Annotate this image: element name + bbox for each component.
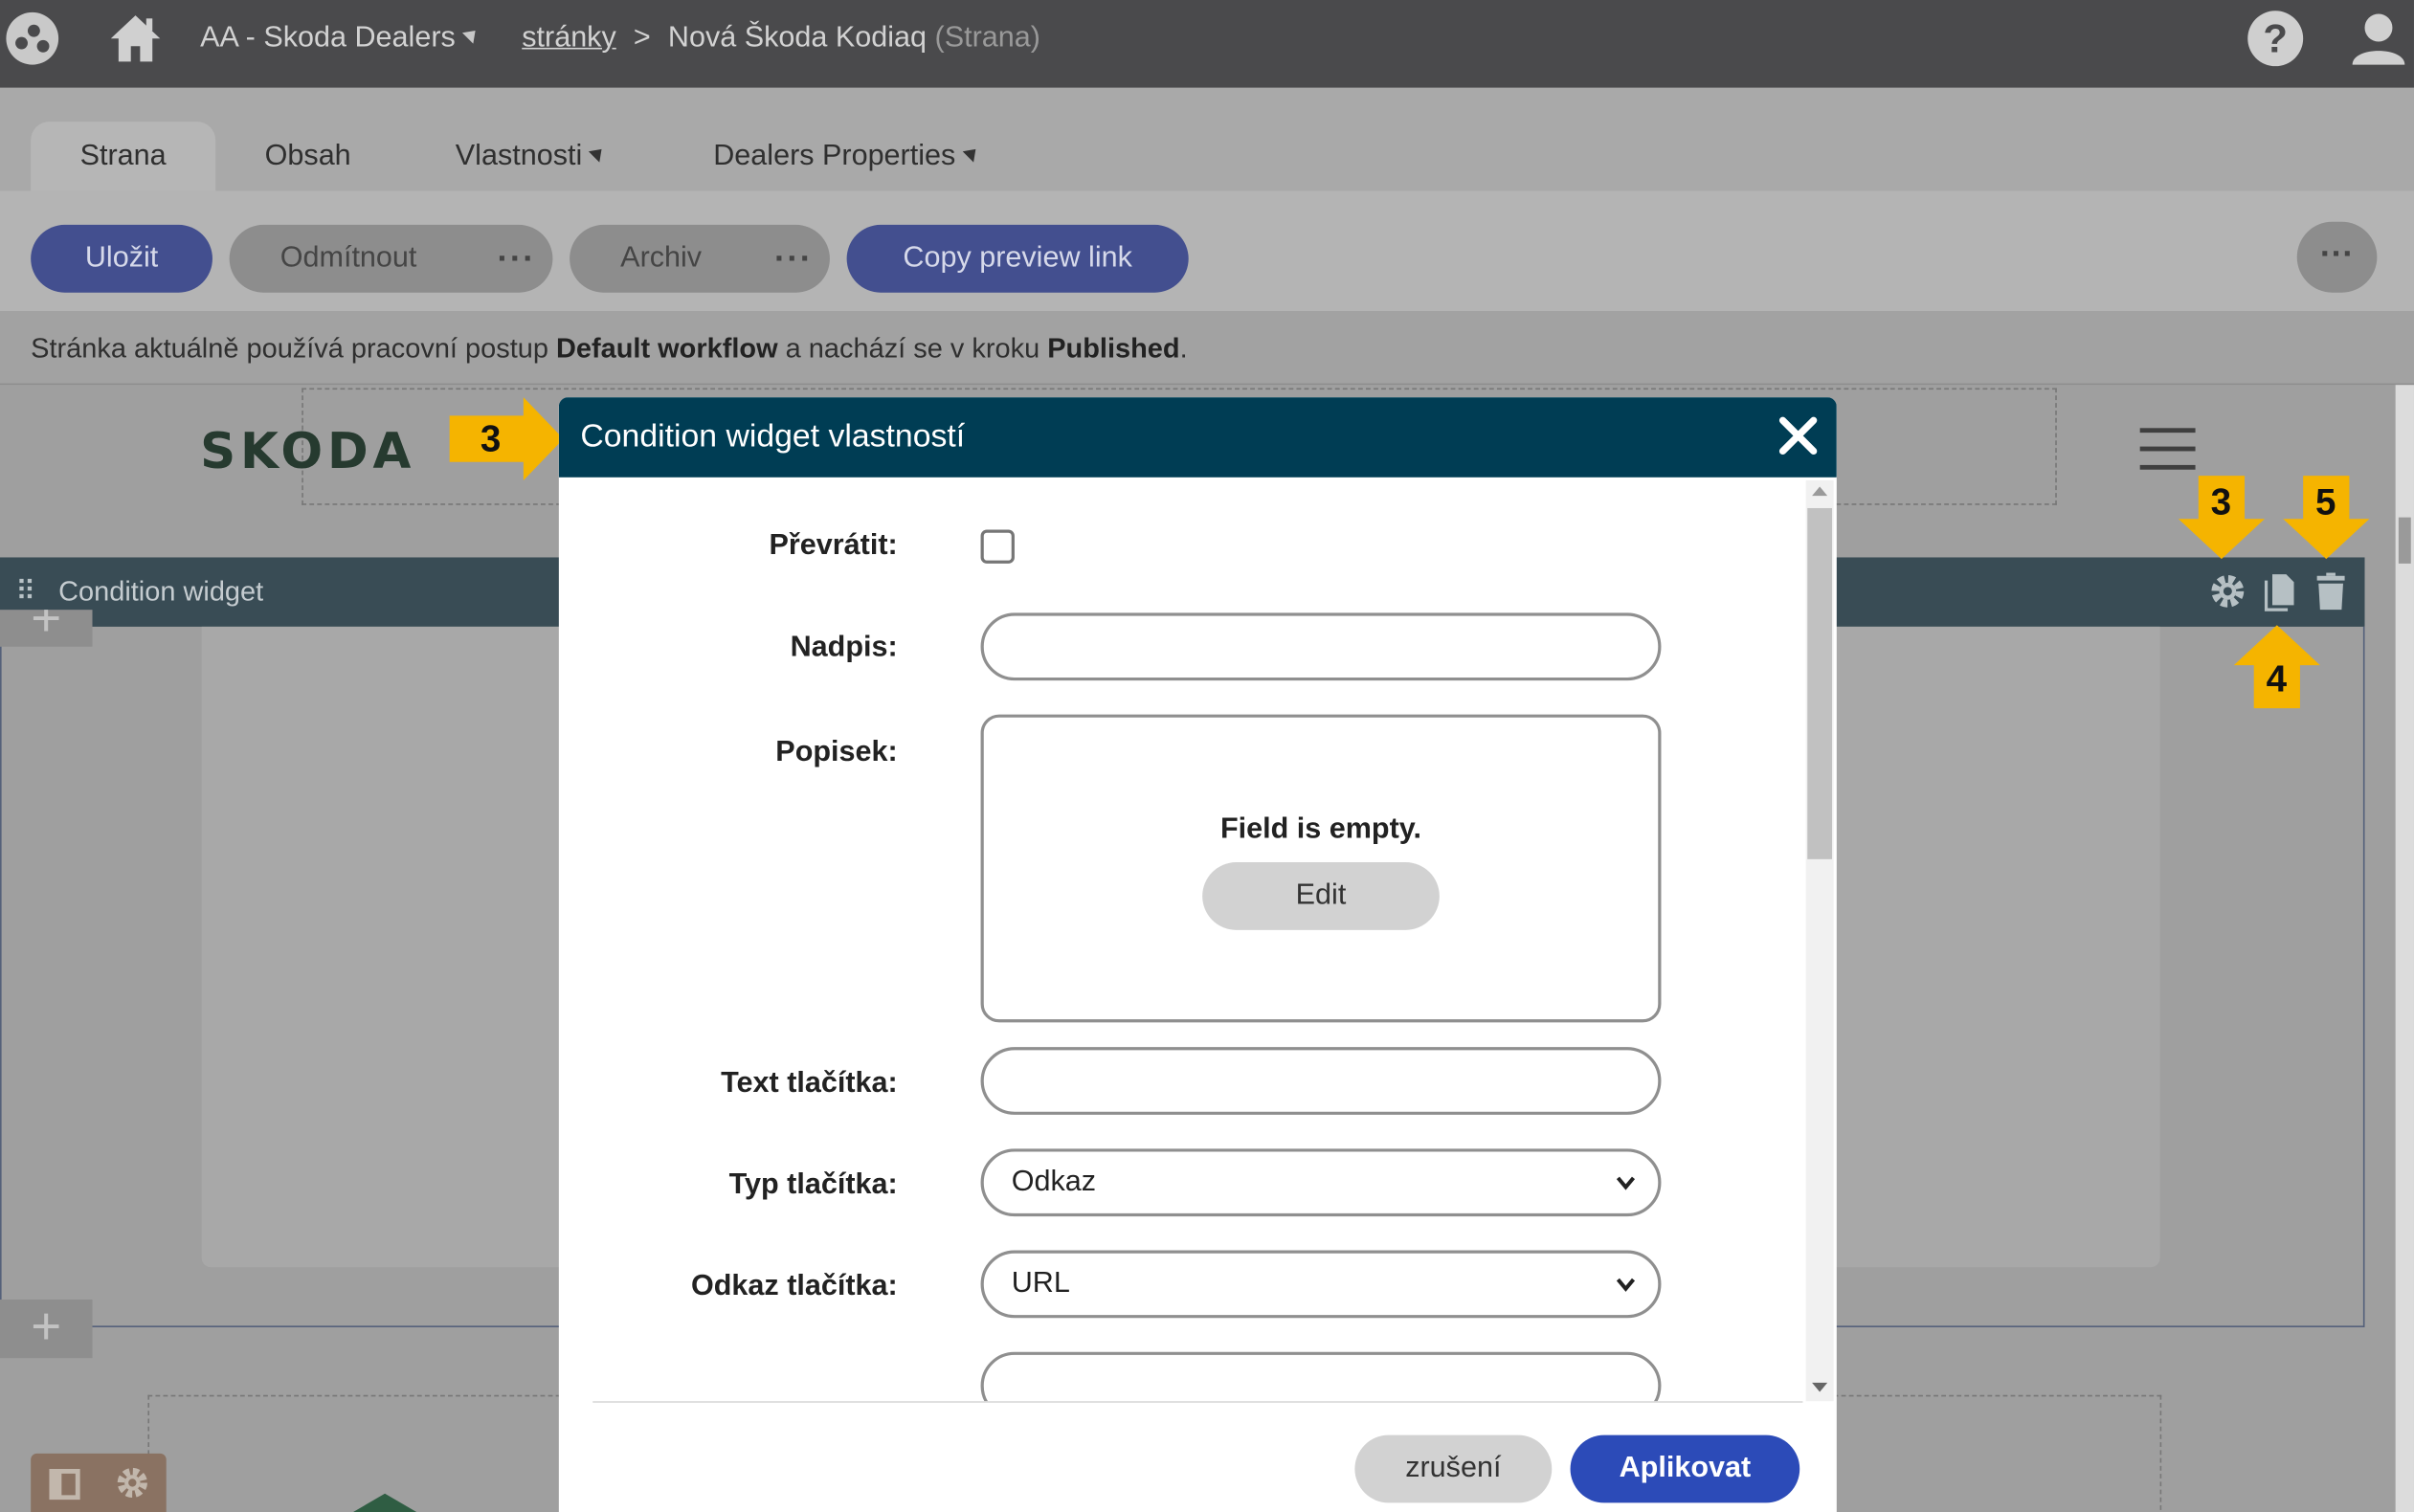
workflow-text-prefix: Stránka aktuálně používá pracovní postup	[31, 332, 556, 364]
site-name: AA - Skoda Dealers	[200, 21, 456, 55]
page-scrollbar[interactable]	[2395, 385, 2414, 1512]
caption-rich-text-field: Field is empty. Edit	[980, 714, 1662, 1023]
caption-empty-message: Field is empty.	[1219, 812, 1422, 846]
help-icon[interactable]: ?	[2247, 11, 2304, 67]
zone-layout-icon[interactable]	[49, 1468, 80, 1501]
button-link-label: Odkaz tlačítka:	[690, 1270, 898, 1303]
dialog-title: Condition widget vlastností	[580, 418, 966, 455]
tab-dropdown-icon	[962, 145, 981, 164]
workflow-text-middle: a nachází se v kroku	[777, 332, 1048, 364]
invert-label: Převrátit:	[769, 529, 898, 563]
user-icon[interactable]	[2349, 10, 2407, 68]
workflow-info-text: Stránka aktuálně používá pracovní postup…	[31, 333, 1187, 366]
workflow-info-bar: Stránka aktuálně používá pracovní postup…	[0, 311, 2414, 386]
reject-button[interactable]: Odmítnout ···	[229, 224, 553, 293]
teaser-logo-fragment	[347, 1493, 422, 1512]
tab-dealers-properties[interactable]: Dealers Properties	[693, 122, 1001, 190]
dialog-footer-divider	[592, 1401, 1803, 1403]
chevron-down-icon	[1616, 1278, 1636, 1292]
scroll-up-icon[interactable]	[1812, 486, 1828, 497]
callout-5-delete: 5	[2280, 473, 2373, 562]
page-type: (Strana)	[934, 21, 1040, 55]
breadcrumb: stránky > Nová Škoda Kodiaq (Strana)	[522, 22, 1040, 56]
callout-number: 5	[2315, 481, 2336, 524]
copy-preview-link-button[interactable]: Copy preview link	[846, 224, 1189, 293]
button-type-label: Typ tlačítka:	[728, 1168, 898, 1202]
button-type-select[interactable]: Odkaz	[980, 1148, 1662, 1217]
app-logo-icon[interactable]	[6, 11, 59, 65]
tab-label: Dealers Properties	[713, 140, 956, 173]
tab-bar: Strana Obsah Vlastnosti Dealers Properti…	[0, 87, 2414, 191]
top-navigation-bar: AA - Skoda Dealers stránky > Nová Škoda …	[0, 0, 2414, 88]
callout-arrow-right-icon	[449, 397, 564, 481]
button-text-label: Text tlačítka:	[721, 1067, 898, 1100]
button-link-value: URL	[1011, 1267, 1070, 1300]
scroll-down-icon[interactable]	[1812, 1382, 1828, 1392]
tab-label: Strana	[79, 140, 167, 173]
app-window: AA - Skoda Dealers stránky > Nová Škoda …	[0, 0, 2414, 1512]
copy-icon[interactable]	[2260, 569, 2300, 612]
zone-settings-icon[interactable]	[114, 1463, 151, 1503]
tab-dropdown-icon	[589, 145, 608, 164]
workflow-text-suffix: .	[1179, 332, 1188, 364]
trash-icon[interactable]	[2311, 569, 2351, 612]
zone-tools	[31, 1453, 167, 1512]
tab-obsah[interactable]: Obsah	[231, 122, 385, 190]
heading-input[interactable]	[980, 612, 1662, 681]
callout-number: 3	[2210, 481, 2232, 524]
close-icon[interactable]	[1775, 412, 1821, 458]
caption-label: Popisek:	[775, 736, 898, 768]
site-dropdown-icon	[461, 26, 481, 45]
invert-checkbox[interactable]	[980, 529, 1015, 564]
reject-label: Odmítnout	[279, 241, 417, 275]
dialog-header: Condition widget vlastností	[558, 397, 1837, 478]
heading-label: Nadpis:	[790, 631, 898, 664]
page-scrollbar-thumb[interactable]	[2398, 517, 2411, 564]
drag-handle-icon[interactable]: ⠿	[15, 576, 35, 609]
tab-strana[interactable]: Strana	[31, 122, 216, 191]
button-type-value: Odkaz	[1011, 1166, 1097, 1198]
chevron-down-icon	[1616, 1176, 1636, 1190]
tab-vlastnosti[interactable]: Vlastnosti	[431, 122, 631, 190]
page-title: Nová Škoda Kodiaq	[667, 21, 928, 55]
button-link-select[interactable]: URL	[980, 1250, 1662, 1319]
callout-number: 3	[480, 418, 502, 461]
dialog-scrollbar[interactable]	[1805, 480, 1834, 1402]
action-toolbar: Uložit Odmítnout ··· Archiv ··· Copy pre…	[0, 190, 2414, 312]
url-input[interactable]	[980, 1351, 1662, 1402]
add-widget-button-top[interactable]: +	[0, 610, 93, 647]
cancel-button[interactable]: zrušení	[1354, 1434, 1553, 1503]
site-selector[interactable]: AA - Skoda Dealers	[200, 21, 481, 56]
caption-edit-button[interactable]: Edit	[1202, 862, 1440, 930]
archive-more-icon[interactable]: ···	[774, 225, 813, 293]
apply-button[interactable]: Aplikovat	[1570, 1434, 1800, 1503]
callout-4-copy: 4	[2231, 622, 2324, 711]
dialog-scrollbar-thumb[interactable]	[1807, 507, 1832, 859]
callout-number: 4	[2266, 658, 2288, 701]
dialog-body: Převrátit: Nadpis: Popisek: Field is emp…	[559, 478, 1803, 1402]
archive-label: Archiv	[620, 241, 703, 275]
gear-icon[interactable]	[2207, 569, 2247, 612]
widget-label: Condition widget	[58, 575, 264, 607]
brand-logo: SKODA	[200, 421, 416, 481]
tab-label: Vlastnosti	[455, 140, 583, 173]
workflow-name: Default workflow	[555, 332, 778, 364]
button-text-input[interactable]	[980, 1047, 1662, 1115]
tab-label: Obsah	[264, 140, 351, 173]
callout-3-gear: 3	[2176, 473, 2269, 562]
home-icon[interactable]	[108, 12, 164, 65]
breadcrumb-separator: >	[633, 21, 651, 55]
condition-widget-properties-dialog: Condition widget vlastností Převrátit: N…	[558, 397, 1837, 1512]
reject-more-icon[interactable]: ···	[498, 225, 536, 293]
add-symbol: +	[31, 610, 62, 647]
save-button[interactable]: Uložit	[31, 224, 212, 293]
more-actions-button[interactable]: ···	[2296, 221, 2378, 293]
workflow-step: Published	[1047, 332, 1180, 364]
add-widget-button[interactable]: +	[0, 1300, 93, 1359]
breadcrumb-pages-link[interactable]: stránky	[522, 22, 616, 55]
archive-button[interactable]: Archiv ···	[570, 224, 830, 293]
callout-3-title: 3	[446, 394, 566, 483]
